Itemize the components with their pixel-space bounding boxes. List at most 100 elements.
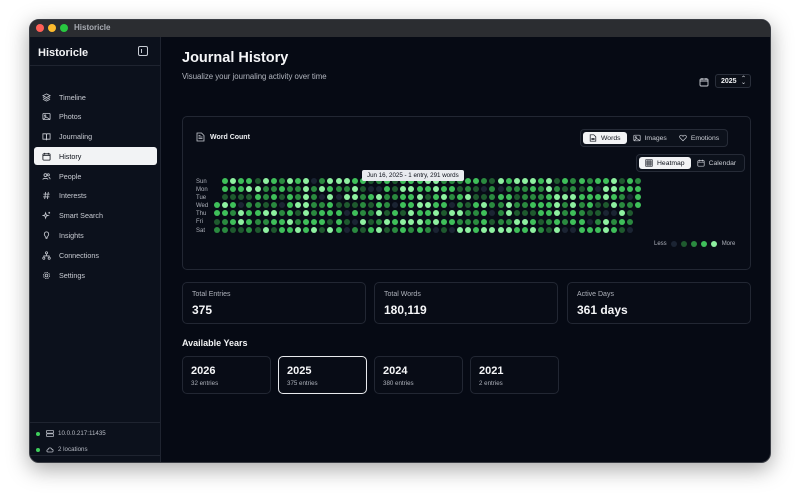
heatmap-day-cell[interactable] — [376, 210, 382, 217]
heatmap-day-cell[interactable] — [619, 210, 625, 217]
heatmap-day-cell[interactable] — [432, 226, 439, 233]
heatmap-day-cell[interactable] — [424, 194, 431, 201]
heatmap-day-cell[interactable] — [554, 218, 561, 225]
heatmap-day-cell[interactable] — [554, 226, 561, 233]
heatmap-day-cell[interactable] — [538, 186, 544, 193]
heatmap-day-cell[interactable] — [319, 226, 326, 233]
heatmap-day-cell[interactable] — [238, 194, 245, 201]
heatmap-day-cell[interactable] — [392, 218, 399, 225]
heatmap-day-cell[interactable] — [303, 202, 310, 209]
heatmap-day-cell[interactable] — [578, 178, 585, 184]
heatmap-day-cell[interactable] — [627, 226, 634, 233]
heatmap-day-cell[interactable] — [262, 194, 269, 201]
heatmap-day-cell[interactable] — [440, 202, 447, 209]
heatmap-day-cell[interactable] — [497, 202, 504, 209]
heatmap-day-cell[interactable] — [359, 186, 366, 193]
heatmap-day-cell[interactable] — [465, 202, 472, 209]
heatmap-day-cell[interactable] — [384, 186, 391, 193]
heatmap-day-cell[interactable] — [546, 202, 553, 209]
heatmap-day-cell[interactable] — [562, 186, 569, 193]
heatmap-day-cell[interactable] — [627, 194, 634, 201]
heatmap-day-cell[interactable] — [578, 210, 585, 217]
heatmap-day-cell[interactable] — [270, 186, 277, 193]
heatmap-day-cell[interactable] — [254, 202, 261, 209]
heatmap-day-cell[interactable] — [521, 226, 528, 233]
heatmap-day-cell[interactable] — [594, 226, 601, 233]
heatmap-day-cell[interactable] — [440, 218, 447, 225]
heatmap-day-cell[interactable] — [627, 202, 634, 209]
heatmap-day-cell[interactable] — [319, 218, 326, 225]
sidebar-item-interests[interactable]: Interests — [34, 187, 157, 205]
heatmap-day-cell[interactable] — [408, 202, 415, 209]
heatmap-day-cell[interactable] — [448, 194, 455, 201]
heatmap-day-cell[interactable] — [602, 226, 609, 233]
heatmap-day-cell[interactable] — [610, 218, 617, 225]
heatmap-day-cell[interactable] — [521, 194, 528, 201]
heatmap-day-cell[interactable] — [570, 218, 577, 225]
heatmap-day-cell[interactable] — [554, 178, 561, 184]
heatmap-day-cell[interactable] — [529, 202, 536, 209]
heatmap-day-cell[interactable] — [254, 210, 261, 217]
heatmap-day-cell[interactable] — [278, 194, 285, 201]
heatmap-day-cell[interactable] — [586, 202, 593, 209]
heatmap-day-cell[interactable] — [303, 194, 310, 201]
heatmap-day-cell[interactable] — [230, 202, 237, 209]
heatmap-day-cell[interactable] — [343, 202, 350, 209]
heatmap-day-cell[interactable] — [440, 210, 447, 217]
heatmap-day-cell[interactable] — [424, 218, 431, 225]
heatmap-day-cell[interactable] — [359, 218, 366, 225]
heatmap-day-cell[interactable] — [546, 226, 553, 233]
heatmap-day-cell[interactable] — [448, 202, 455, 209]
heatmap-day-cell[interactable] — [570, 226, 577, 233]
heatmap-day-cell[interactable] — [343, 194, 350, 201]
heatmap-day-cell[interactable] — [367, 210, 374, 217]
heatmap-day-cell[interactable] — [278, 202, 285, 209]
heatmap-day-cell[interactable] — [311, 186, 318, 193]
heatmap-day-cell[interactable] — [465, 218, 472, 225]
heatmap-day-cell[interactable] — [286, 194, 293, 201]
heatmap-day-cell[interactable] — [335, 194, 342, 201]
heatmap-day-cell[interactable] — [416, 186, 423, 193]
heatmap-day-cell[interactable] — [440, 194, 447, 201]
heatmap-day-cell[interactable] — [319, 186, 326, 193]
sidebar-item-people[interactable]: People — [34, 167, 157, 185]
heatmap-day-cell[interactable] — [432, 210, 439, 217]
heatmap-day-cell[interactable] — [610, 194, 617, 201]
heatmap-day-cell[interactable] — [562, 226, 569, 233]
heatmap-day-cell[interactable] — [384, 226, 391, 233]
heatmap-day-cell[interactable] — [392, 210, 399, 217]
heatmap-day-cell[interactable] — [424, 186, 431, 193]
heatmap-day-cell[interactable] — [238, 210, 245, 217]
heatmap-day-cell[interactable] — [222, 178, 229, 184]
heatmap-day-cell[interactable] — [262, 218, 269, 225]
heatmap-day-cell[interactable] — [635, 194, 642, 201]
heatmap-day-cell[interactable] — [586, 226, 593, 233]
heatmap-day-cell[interactable] — [610, 178, 617, 184]
heatmap-day-cell[interactable] — [570, 178, 577, 184]
heatmap-day-cell[interactable] — [513, 178, 520, 184]
heatmap-day-cell[interactable] — [376, 218, 382, 225]
heatmap-day-cell[interactable] — [392, 194, 399, 201]
heatmap-day-cell[interactable] — [489, 202, 496, 209]
heatmap-day-cell[interactable] — [457, 186, 463, 193]
heatmap-day-cell[interactable] — [546, 194, 553, 201]
heatmap-day-cell[interactable] — [408, 226, 415, 233]
heatmap-day-cell[interactable] — [222, 226, 229, 233]
heatmap-day-cell[interactable] — [311, 202, 318, 209]
heatmap-day-cell[interactable] — [529, 178, 536, 184]
sidebar-item-insights[interactable]: Insights — [34, 227, 157, 245]
heatmap-day-cell[interactable] — [238, 218, 245, 225]
sidebar-item-journaling[interactable]: Journaling — [34, 128, 157, 146]
heatmap-day-cell[interactable] — [505, 186, 512, 193]
heatmap-day-cell[interactable] — [351, 178, 358, 184]
heatmap-day-cell[interactable] — [343, 210, 350, 217]
heatmap-day-cell[interactable] — [311, 210, 318, 217]
heatmap-day-cell[interactable] — [327, 178, 334, 184]
heatmap-day-cell[interactable] — [359, 202, 366, 209]
heatmap-day-cell[interactable] — [489, 194, 496, 201]
heatmap-day-cell[interactable] — [586, 186, 593, 193]
heatmap-day-cell[interactable] — [214, 226, 220, 233]
heatmap-day-cell[interactable] — [319, 178, 326, 184]
tab-emotions[interactable]: Emotions — [673, 132, 725, 144]
heatmap-day-cell[interactable] — [359, 194, 366, 201]
